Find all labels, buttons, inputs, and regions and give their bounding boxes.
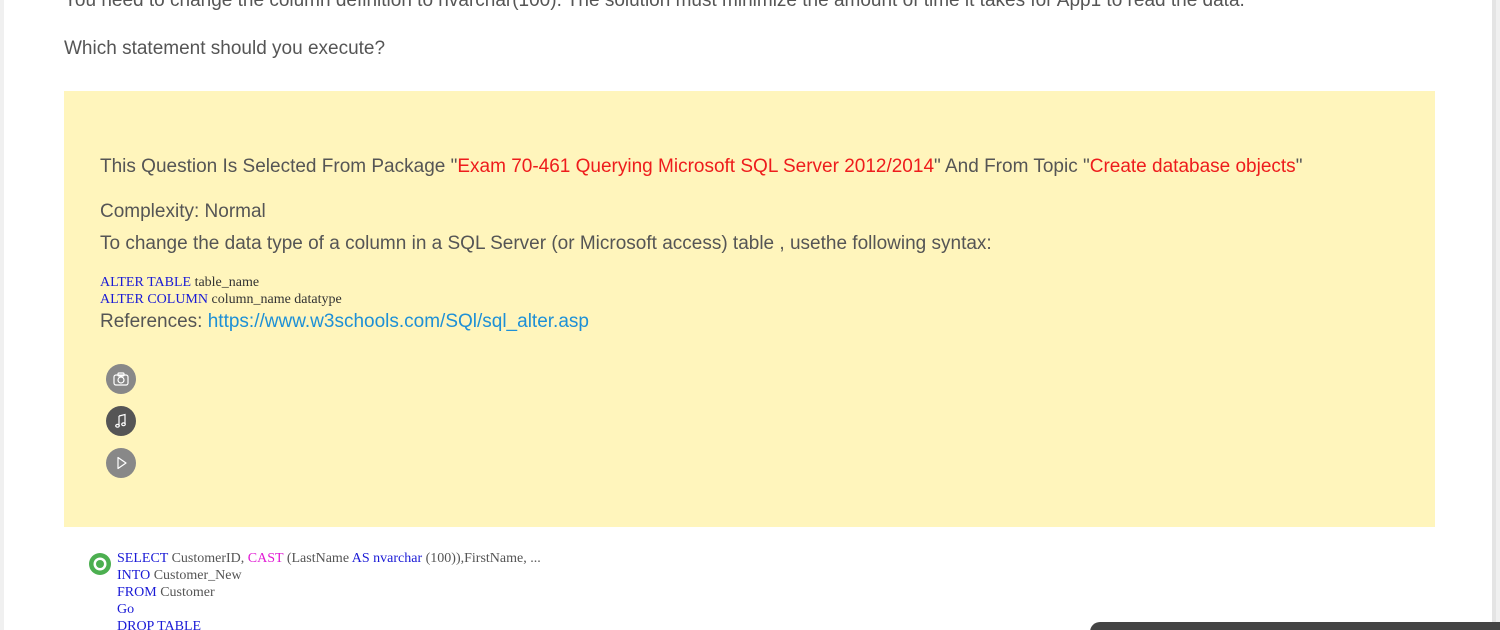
camera-icon — [113, 372, 129, 386]
explanation-panel: This Question Is Selected From Package "… — [64, 91, 1435, 527]
code-line: FROM Customer — [117, 584, 541, 601]
explanation-description: To change the data type of a column in a… — [100, 233, 992, 254]
music-note-icon — [115, 413, 126, 428]
source-suffix: " — [1295, 156, 1303, 177]
explanation-source: This Question Is Selected From Package "… — [100, 156, 1302, 178]
code-keyword: AS — [351, 551, 370, 566]
audio-button[interactable] — [106, 406, 136, 436]
complexity-label: Complexity: Normal — [100, 201, 266, 222]
camera-button[interactable] — [106, 364, 136, 394]
code-keyword: INTO — [117, 568, 151, 583]
code-keyword: ALTER TABLE — [100, 275, 192, 290]
code-line: ALTER TABLE table_name — [100, 274, 342, 291]
code-keyword: Go — [117, 602, 135, 617]
references-label: References: — [100, 311, 208, 332]
references-link[interactable]: https://www.w3schools.com/SQl/sql_alter.… — [208, 311, 589, 332]
floating-panel-edge — [1090, 622, 1500, 630]
source-middle: " And From Topic " — [934, 156, 1090, 177]
code-text: (LastName — [283, 551, 352, 566]
package-name: Exam 70-461 Querying Microsoft SQL Serve… — [457, 156, 935, 177]
code-keyword: DROP TABLE — [117, 619, 202, 630]
question-text: You need to change the column definition… — [64, 0, 1245, 11]
code-line: ALTER COLUMN column_name datatype — [100, 291, 342, 308]
code-keyword: nvarchar — [373, 551, 423, 566]
syntax-code-block: ALTER TABLE table_name ALTER COLUMN colu… — [100, 274, 342, 308]
video-button[interactable] — [106, 448, 136, 478]
answer-code: SELECT CustomerID, CAST (LastName AS nva… — [117, 550, 541, 630]
page: You need to change the column definition… — [4, 0, 1496, 630]
code-line: INTO Customer_New — [117, 567, 541, 584]
code-function: CAST — [247, 551, 284, 566]
code-text: CustomerID, — [168, 551, 248, 566]
scrollbar[interactable] — [1492, 0, 1496, 630]
code-text: table_name — [191, 275, 260, 290]
code-keyword: SELECT — [117, 551, 169, 566]
radio-selected-icon[interactable] — [88, 552, 112, 576]
play-icon — [117, 456, 127, 470]
code-line: DROP TABLE — [117, 618, 541, 630]
answer-option[interactable]: SELECT CustomerID, CAST (LastName AS nva… — [88, 548, 688, 630]
code-keyword: FROM — [117, 585, 157, 600]
references: References: https://www.w3schools.com/SQ… — [100, 311, 589, 333]
code-keyword: ALTER COLUMN — [100, 292, 208, 307]
code-line: Go — [117, 601, 541, 618]
question-prompt: Which statement should you execute? — [64, 38, 386, 59]
code-text: Customer_New — [150, 568, 242, 583]
code-text: column_name datatype — [208, 292, 342, 307]
code-text: (100)),FirstName, ... — [422, 551, 541, 566]
code-line: SELECT CustomerID, CAST (LastName AS nva… — [117, 550, 541, 567]
code-text: Customer — [156, 585, 215, 600]
topic-name: Create database objects — [1089, 156, 1296, 177]
source-prefix: This Question Is Selected From Package " — [100, 156, 458, 177]
